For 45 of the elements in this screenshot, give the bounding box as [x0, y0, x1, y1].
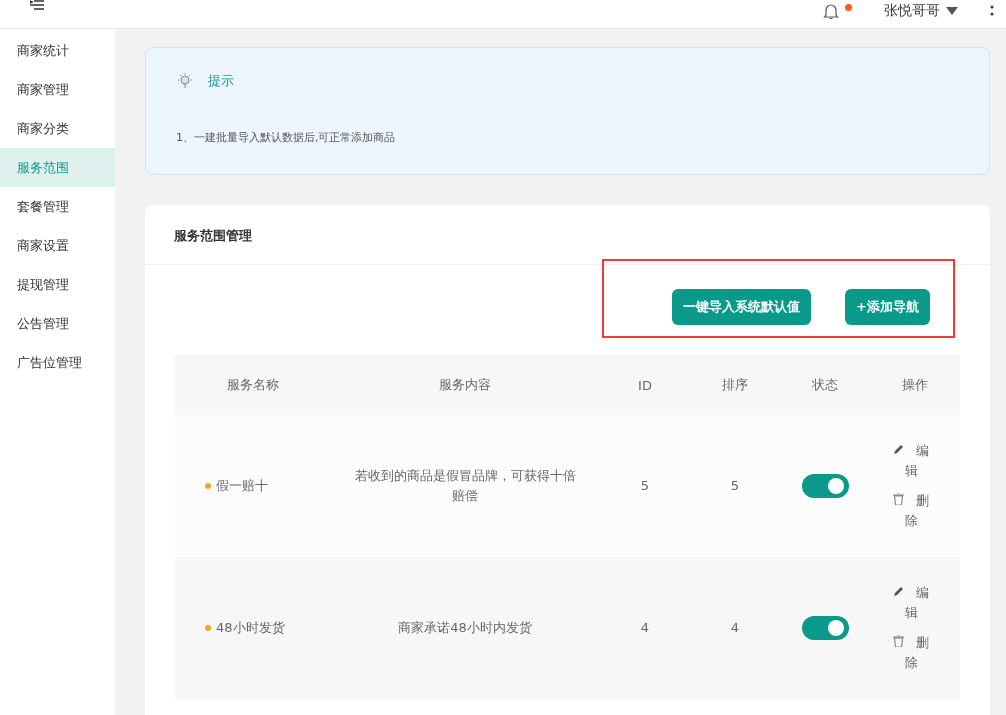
edit-button[interactable]: 编辑 [890, 441, 932, 481]
table-cell-text: 4 [729, 619, 741, 637]
bullet-icon [205, 625, 211, 631]
table-cell-text: 4 [639, 619, 651, 637]
column-header: 状态 [811, 376, 839, 394]
service-name: 假一赔十 [216, 477, 268, 495]
sidebar-item[interactable]: 提现管理 [0, 265, 115, 304]
edit-button[interactable]: 编辑 [890, 583, 932, 623]
card-title: 服务范围管理 [145, 205, 990, 265]
sidebar-item[interactable]: 商家管理 [0, 70, 115, 109]
status-toggle[interactable] [801, 616, 849, 640]
pencil-icon [893, 586, 904, 597]
sidebar-item[interactable]: 商家分类 [0, 109, 115, 148]
bell-icon[interactable] [823, 2, 839, 20]
column-header: 排序 [721, 376, 749, 394]
sidebar-item[interactable]: 广告位管理 [0, 343, 115, 382]
column-header: 操作 [901, 376, 929, 394]
tip-title: 提示 [208, 72, 234, 90]
column-header: 服务名称 [225, 376, 280, 394]
tip-text: 1、一建批量导入默认数据后,可正常添加商品 [176, 130, 397, 145]
more-icon[interactable] [990, 4, 994, 18]
trash-icon [893, 493, 904, 505]
caret-icon[interactable] [946, 7, 958, 15]
table-cell-text: 商家承诺48小时内发货 [397, 619, 533, 637]
table-cell-text: 5 [729, 477, 741, 495]
table-cell-text: 若收到的商品是假冒品牌，可获得十倍赔偿 [353, 467, 577, 505]
import-defaults-button[interactable]: 一键导入系统默认值 [672, 289, 812, 325]
add-nav-button[interactable]: +添加导航 [845, 289, 930, 325]
user-name[interactable]: 张悦哥哥 [884, 2, 940, 20]
trash-icon [893, 635, 904, 647]
menu-icon[interactable] [30, 0, 44, 10]
pencil-icon [893, 444, 904, 455]
delete-button[interactable]: 删除 [890, 491, 932, 531]
service-name: 48小时发货 [216, 619, 285, 637]
column-header: ID [637, 377, 653, 393]
table-cell-text: 5 [639, 477, 651, 495]
sidebar-item[interactable]: 商家统计 [0, 31, 115, 70]
lightbulb-icon [176, 72, 194, 90]
sidebar-item[interactable]: 商家设置 [0, 226, 115, 265]
sidebar-item[interactable]: 公告管理 [0, 304, 115, 343]
delete-button[interactable]: 删除 [890, 633, 932, 673]
bullet-icon [205, 483, 211, 489]
sidebar-item[interactable]: 套餐管理 [0, 187, 115, 226]
status-toggle[interactable] [801, 474, 849, 498]
column-header: 服务内容 [438, 376, 492, 394]
